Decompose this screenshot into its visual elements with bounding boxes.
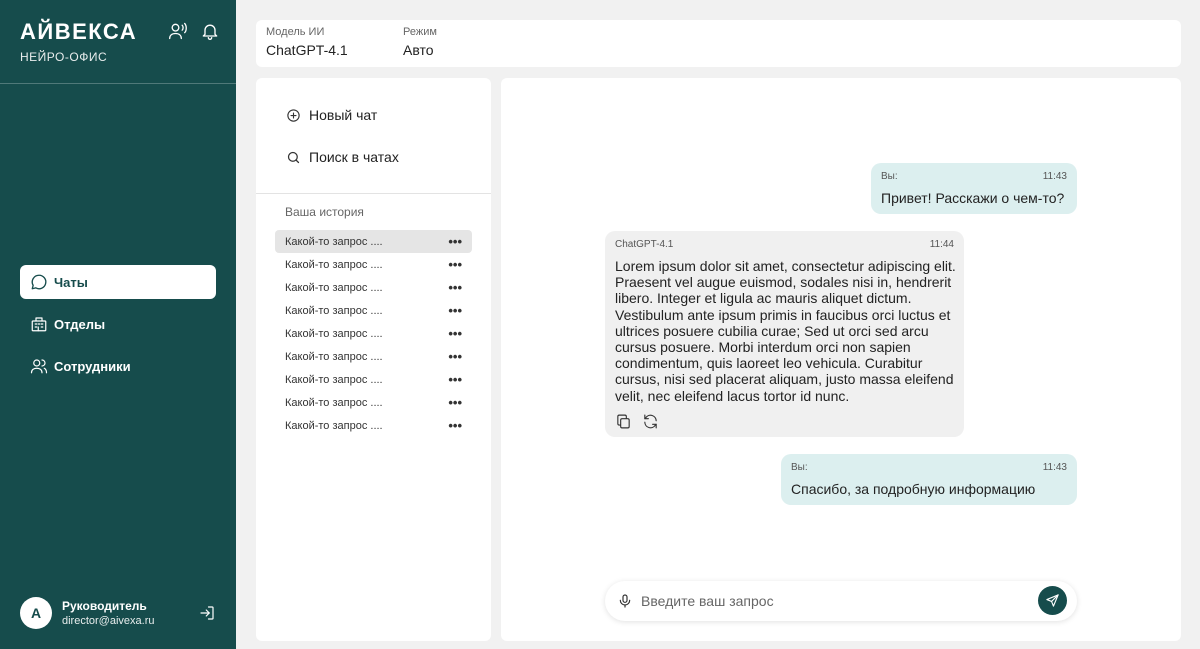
model-select-value: ChatGPT-4.1: [266, 42, 348, 58]
brand-logo: АЙВЕКСА: [20, 19, 138, 44]
message-time: 11:43: [1042, 171, 1067, 182]
history-item-label: Какой-то запрос ....: [285, 235, 383, 248]
user-name: Руководитель: [62, 599, 147, 613]
sidebar-item-label: Чаты: [54, 274, 88, 290]
bell-icon[interactable]: [200, 21, 220, 41]
sidebar-item-employees[interactable]: Сотрудники: [20, 349, 216, 383]
history-item-label: Какой-то запрос ....: [285, 396, 383, 409]
history-list: Какой-то запрос .... ••• Какой-то запрос …: [275, 230, 472, 437]
history-item[interactable]: Какой-то запрос .... •••: [275, 345, 472, 368]
history-item-label: Какой-то запрос ....: [285, 258, 383, 271]
message-input[interactable]: [641, 591, 1031, 611]
regenerate-icon[interactable]: [642, 413, 659, 430]
more-icon[interactable]: •••: [448, 304, 462, 317]
brand-subtitle: НЕЙРО-ОФИС: [20, 50, 108, 64]
sidebar: АЙВЕКСА НЕЙРО-ОФИС Чаты Отделы Сотрудник…: [0, 0, 236, 649]
search-chats-label: Поиск в чатах: [309, 149, 399, 165]
history-item[interactable]: Какой-то запрос .... •••: [275, 276, 472, 299]
send-button[interactable]: [1038, 586, 1067, 615]
sidebar-nav: Чаты Отделы Сотрудники: [20, 265, 216, 391]
building-icon: [30, 315, 48, 333]
more-icon[interactable]: •••: [448, 396, 462, 409]
history-item[interactable]: Какой-то запрос .... •••: [275, 299, 472, 322]
user-message: Вы: 11:43 Спасибо, за подробную информац…: [781, 454, 1077, 505]
model-select[interactable]: Модель ИИ ChatGPT-4.1: [266, 26, 393, 76]
message-text: Спасибо, за подробную информацию: [791, 481, 1036, 497]
history-item[interactable]: Какой-то запрос .... •••: [275, 253, 472, 276]
more-icon[interactable]: •••: [448, 258, 462, 271]
plus-circle-icon: [286, 108, 301, 123]
more-icon[interactable]: •••: [448, 281, 462, 294]
history-item[interactable]: Какой-то запрос .... •••: [275, 230, 472, 253]
history-item[interactable]: Какой-то запрос .... •••: [275, 322, 472, 345]
message-text: Привет! Расскажи о чем-то?: [881, 190, 1065, 206]
chat-panel: Вы: 11:43 Привет! Расскажи о чем-то? Cha…: [501, 78, 1181, 641]
sidebar-item-departments[interactable]: Отделы: [20, 307, 216, 341]
message-text: Lorem ipsum dolor sit amet, consectetur …: [615, 258, 956, 404]
voice-user-icon[interactable]: [168, 21, 188, 41]
user-message: Вы: 11:43 Привет! Расскажи о чем-то?: [871, 163, 1077, 214]
users-icon: [30, 357, 48, 375]
new-chat-label: Новый чат: [309, 107, 378, 123]
top-icons: [168, 21, 220, 41]
history-item-label: Какой-то запрос ....: [285, 327, 383, 340]
history-item-label: Какой-то запрос ....: [285, 304, 383, 317]
message-time: 11:44: [929, 239, 954, 250]
history-divider: [256, 193, 491, 194]
history-item-label: Какой-то запрос ....: [285, 350, 383, 363]
history-item-label: Какой-то запрос ....: [285, 281, 383, 294]
search-chats-button[interactable]: Поиск в чатах: [286, 147, 399, 167]
history-item[interactable]: Какой-то запрос .... •••: [275, 368, 472, 391]
more-icon[interactable]: •••: [448, 419, 462, 432]
model-select-label: Модель ИИ: [266, 26, 325, 38]
more-icon[interactable]: •••: [448, 350, 462, 363]
message-sender: Вы:: [791, 462, 808, 473]
avatar: А: [20, 597, 52, 629]
message-actions: [615, 413, 659, 430]
user-profile[interactable]: А Руководитель director@aivexa.ru: [20, 597, 216, 631]
brand[interactable]: АЙВЕКСА НЕЙРО-ОФИС: [20, 19, 138, 65]
sidebar-item-label: Отделы: [54, 316, 106, 332]
header-bar: Модель ИИ ChatGPT-4.1 Режим Авто: [256, 20, 1181, 76]
history-item[interactable]: Какой-то запрос .... •••: [275, 391, 472, 414]
message-time: 11:43: [1042, 462, 1067, 473]
history-item-label: Какой-то запрос ....: [285, 419, 383, 432]
user-email: director@aivexa.ru: [62, 615, 155, 627]
message-composer: [605, 581, 1077, 621]
new-chat-button[interactable]: Новый чат: [286, 105, 377, 125]
sidebar-item-chats[interactable]: Чаты: [20, 265, 216, 299]
copy-icon[interactable]: [615, 413, 632, 430]
more-icon[interactable]: •••: [448, 235, 462, 248]
sidebar-item-label: Сотрудники: [54, 358, 131, 374]
chat-bubble-icon: [30, 273, 48, 291]
more-icon[interactable]: •••: [448, 373, 462, 386]
history-item-label: Какой-то запрос ....: [285, 373, 383, 386]
sidebar-divider: [0, 83, 236, 84]
microphone-icon[interactable]: [617, 593, 633, 609]
history-panel: Новый чат Поиск в чатах Ваша история Как…: [256, 78, 491, 641]
mode-select-value: Авто: [403, 42, 434, 58]
history-title: Ваша история: [285, 205, 364, 219]
send-icon: [1046, 594, 1059, 607]
more-icon[interactable]: •••: [448, 327, 462, 340]
logout-icon[interactable]: [198, 604, 216, 622]
mode-select-label: Режим: [403, 26, 437, 38]
search-icon: [286, 150, 301, 165]
message-sender: ChatGPT-4.1: [615, 239, 674, 250]
message-sender: Вы:: [881, 171, 898, 182]
history-item[interactable]: Какой-то запрос .... •••: [275, 414, 472, 437]
mode-select[interactable]: Режим Авто: [403, 26, 500, 76]
assistant-message: ChatGPT-4.1 11:44 Lorem ipsum dolor sit …: [605, 231, 964, 437]
